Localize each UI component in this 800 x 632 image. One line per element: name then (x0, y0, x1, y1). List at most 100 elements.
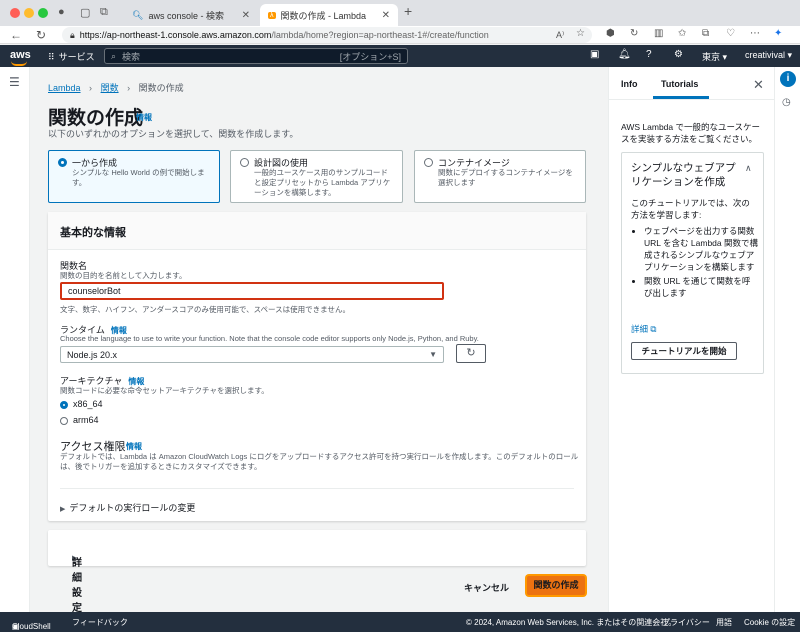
url-field[interactable]: 🔒︎ https://ap-northeast-1.console.aws.am… (62, 27, 592, 43)
maximize-window-button[interactable] (38, 8, 48, 18)
arch-arm64-radio[interactable] (60, 417, 68, 425)
search-favicon-icon: 🔍︎ (132, 9, 144, 20)
start-tutorial-button[interactable]: チュートリアルを開始 (631, 342, 737, 360)
advanced-settings-label: 詳細設定 (72, 558, 82, 614)
close-icon[interactable]: ✕ (382, 10, 390, 21)
downloads-icon[interactable]: ♡ (726, 28, 735, 39)
learn-more-link[interactable]: 詳細 ⧉ (631, 323, 656, 335)
minimize-window-button[interactable] (24, 8, 34, 18)
close-icon[interactable]: ✕ (242, 10, 250, 21)
tutorial-card: シンプルなウェブアプリケーションを作成 ∧ このチュートリアルでは、次の方法を学… (621, 152, 764, 374)
help-icon[interactable]: ? (646, 49, 652, 60)
feedback-link[interactable]: フィードバック (72, 617, 128, 628)
option-author-from-scratch[interactable]: 一から作成 シンプルな Hello World の例で開始します。 (48, 150, 220, 203)
basic-info-title: 基本的な情報 (60, 227, 126, 239)
cloudshell-icon[interactable]: ▣ (590, 49, 599, 60)
extension-icon[interactable]: ⬢ (606, 28, 615, 39)
arch-x86-label: x86_64 (73, 399, 103, 409)
tab-search[interactable]: 🔍︎ aws console - 検索 ✕ (124, 4, 258, 26)
tab-tutorials[interactable]: Tutorials (661, 79, 698, 89)
back-arrow-icon[interactable]: ← (10, 28, 22, 42)
radio-unselected[interactable] (424, 158, 433, 167)
function-name-description: 関数の目的を名前として入力します。 (60, 271, 187, 280)
page-title-info-link[interactable]: 情報 (136, 112, 152, 123)
cancel-button[interactable]: キャンセル (464, 581, 509, 594)
close-icon[interactable]: ✕ (753, 77, 764, 93)
lock-icon: 🔒︎ (70, 29, 75, 40)
list-item: 関数 URL を通じて関数を呼び出します (644, 275, 758, 299)
help-intro: AWS Lambda で一般的なユースケースを実装する方法をご覧ください。 (621, 122, 761, 144)
address-bar-row: ← ↻ 🔒︎ https://ap-northeast-1.console.aw… (0, 26, 800, 44)
divider (609, 99, 775, 100)
right-rail: i ◷ (774, 67, 800, 612)
breadcrumb-current: 関数の作成 (138, 83, 184, 93)
new-tab-button[interactable]: + (404, 3, 412, 19)
refresh-icon: ↻ (466, 347, 476, 359)
cloudshell-label: CloudShell (12, 622, 51, 631)
info-icon[interactable]: i (780, 71, 796, 87)
browser-tab-bar: ● ▢ ⧉ 🔍︎ aws console - 検索 ✕ λ 関数の作成 - La… (0, 0, 800, 26)
workspaces-icon[interactable]: ▢ (80, 6, 90, 19)
chevron-right-icon: › (127, 83, 131, 93)
chevron-up-icon[interactable]: ∧ (745, 163, 752, 174)
cookie-settings-link[interactable]: Cookie の設定 (744, 617, 795, 628)
console-search-input[interactable]: ⌕ 検索 [オプション+S] (104, 48, 408, 64)
create-function-button[interactable]: 関数の作成 (527, 576, 585, 595)
refresh-runtime-button[interactable]: ↻ (456, 344, 486, 363)
dropdown-caret-icon: ▼ (429, 350, 437, 359)
collections-icon[interactable]: ⧉ (702, 28, 709, 39)
advanced-settings-panel[interactable]: ▶ 詳細設定 (48, 530, 586, 614)
menu-dots-icon[interactable]: ⋯ (750, 28, 760, 39)
function-name-constraint: 文字、数字、ハイフン、アンダースコアのみ使用可能で、スペースは使用できません。 (60, 305, 350, 314)
tab-info[interactable]: Info (621, 79, 638, 89)
favorite-star-icon[interactable]: ☆ (576, 28, 585, 39)
change-exec-role-expander[interactable]: ▶ デフォルトの実行ロールの変更 (60, 501, 195, 514)
main-content: Lambda › 関数 › 関数の作成 関数の作成 情報 以下のいずれかのオプシ… (30, 67, 608, 614)
left-nav-rail: ☰ (0, 67, 30, 612)
aws-logo[interactable]: aws (10, 49, 31, 66)
breadcrumb-functions[interactable]: 関数 (101, 83, 119, 93)
runtime-select[interactable]: Node.js 20.x ▼ (60, 346, 444, 363)
option-container-image[interactable]: コンテナイメージ 関数にデプロイするコンテナイメージを選択します (414, 150, 586, 203)
breadcrumb: Lambda › 関数 › 関数の作成 (48, 81, 184, 94)
hamburger-menu-icon[interactable]: ☰ (9, 75, 20, 89)
tab-lambda-label: 関数の作成 - Lambda (280, 10, 367, 21)
search-shortcut-hint: [オプション+S] (339, 51, 401, 62)
caret-right-icon: ▶ (60, 506, 66, 513)
tutorial-title: シンプルなウェブアプリケーションを作成 (631, 162, 736, 188)
option-use-blueprint[interactable]: 設計図の使用 一般的ユースケース用のサンプルコードと設定プリセットから Lamb… (230, 150, 403, 203)
option-description: 一般的ユースケース用のサンプルコードと設定プリセットから Lambda アプリケ… (254, 168, 391, 197)
radio-unselected[interactable] (240, 158, 249, 167)
privacy-link[interactable]: プライバシー (662, 617, 710, 628)
terms-link[interactable]: 用語 (716, 617, 732, 628)
runtime-value: Node.js 20.x (67, 350, 118, 360)
favorites-icon[interactable]: ✩ (678, 28, 686, 39)
reload-icon[interactable]: ↻ (36, 28, 46, 42)
copilot-icon[interactable]: ✦ (774, 28, 782, 39)
history-icon[interactable]: ◷ (782, 97, 791, 108)
arch-arm64-label: arm64 (73, 415, 99, 425)
change-exec-role-label: デフォルトの実行ロールの変更 (69, 503, 196, 513)
split-screen-icon[interactable]: ▥ (654, 28, 663, 39)
tutorial-body: このチュートリアルでは、次の方法を学習します: (631, 198, 750, 220)
permissions-description: デフォルトでは、Lambda は Amazon CloudWatch Logs … (60, 452, 579, 471)
arch-x86-radio[interactable] (60, 401, 68, 409)
breadcrumb-lambda[interactable]: Lambda (48, 83, 81, 93)
services-menu[interactable]: ⠿ サービス (48, 50, 95, 63)
account-menu[interactable]: creativival ▾ (745, 50, 792, 61)
close-window-button[interactable] (10, 8, 20, 18)
external-link-icon: ⧉ (650, 324, 657, 334)
profile-icon[interactable]: ● (58, 6, 65, 18)
radio-selected[interactable] (58, 158, 67, 167)
function-name-input[interactable]: counselorBot (60, 282, 444, 300)
notifications-bell-icon[interactable]: 🔔︎ (618, 49, 631, 60)
settings-gear-icon[interactable]: ⚙ (674, 49, 683, 60)
refresh-extension-icon[interactable]: ↻ (630, 28, 638, 39)
region-selector[interactable]: 東京 ▾ (702, 50, 727, 63)
tab-actions-icon[interactable]: ⧉ (100, 6, 108, 19)
copyright: © 2024, Amazon Web Services, Inc. またはその関… (466, 618, 677, 627)
permissions-info-link[interactable]: 情報 (126, 441, 142, 452)
tab-lambda[interactable]: λ 関数の作成 - Lambda ✕ (260, 4, 398, 26)
page-title: 関数の作成 (48, 108, 144, 129)
read-aloud-icon[interactable]: A⁾ (556, 30, 564, 41)
